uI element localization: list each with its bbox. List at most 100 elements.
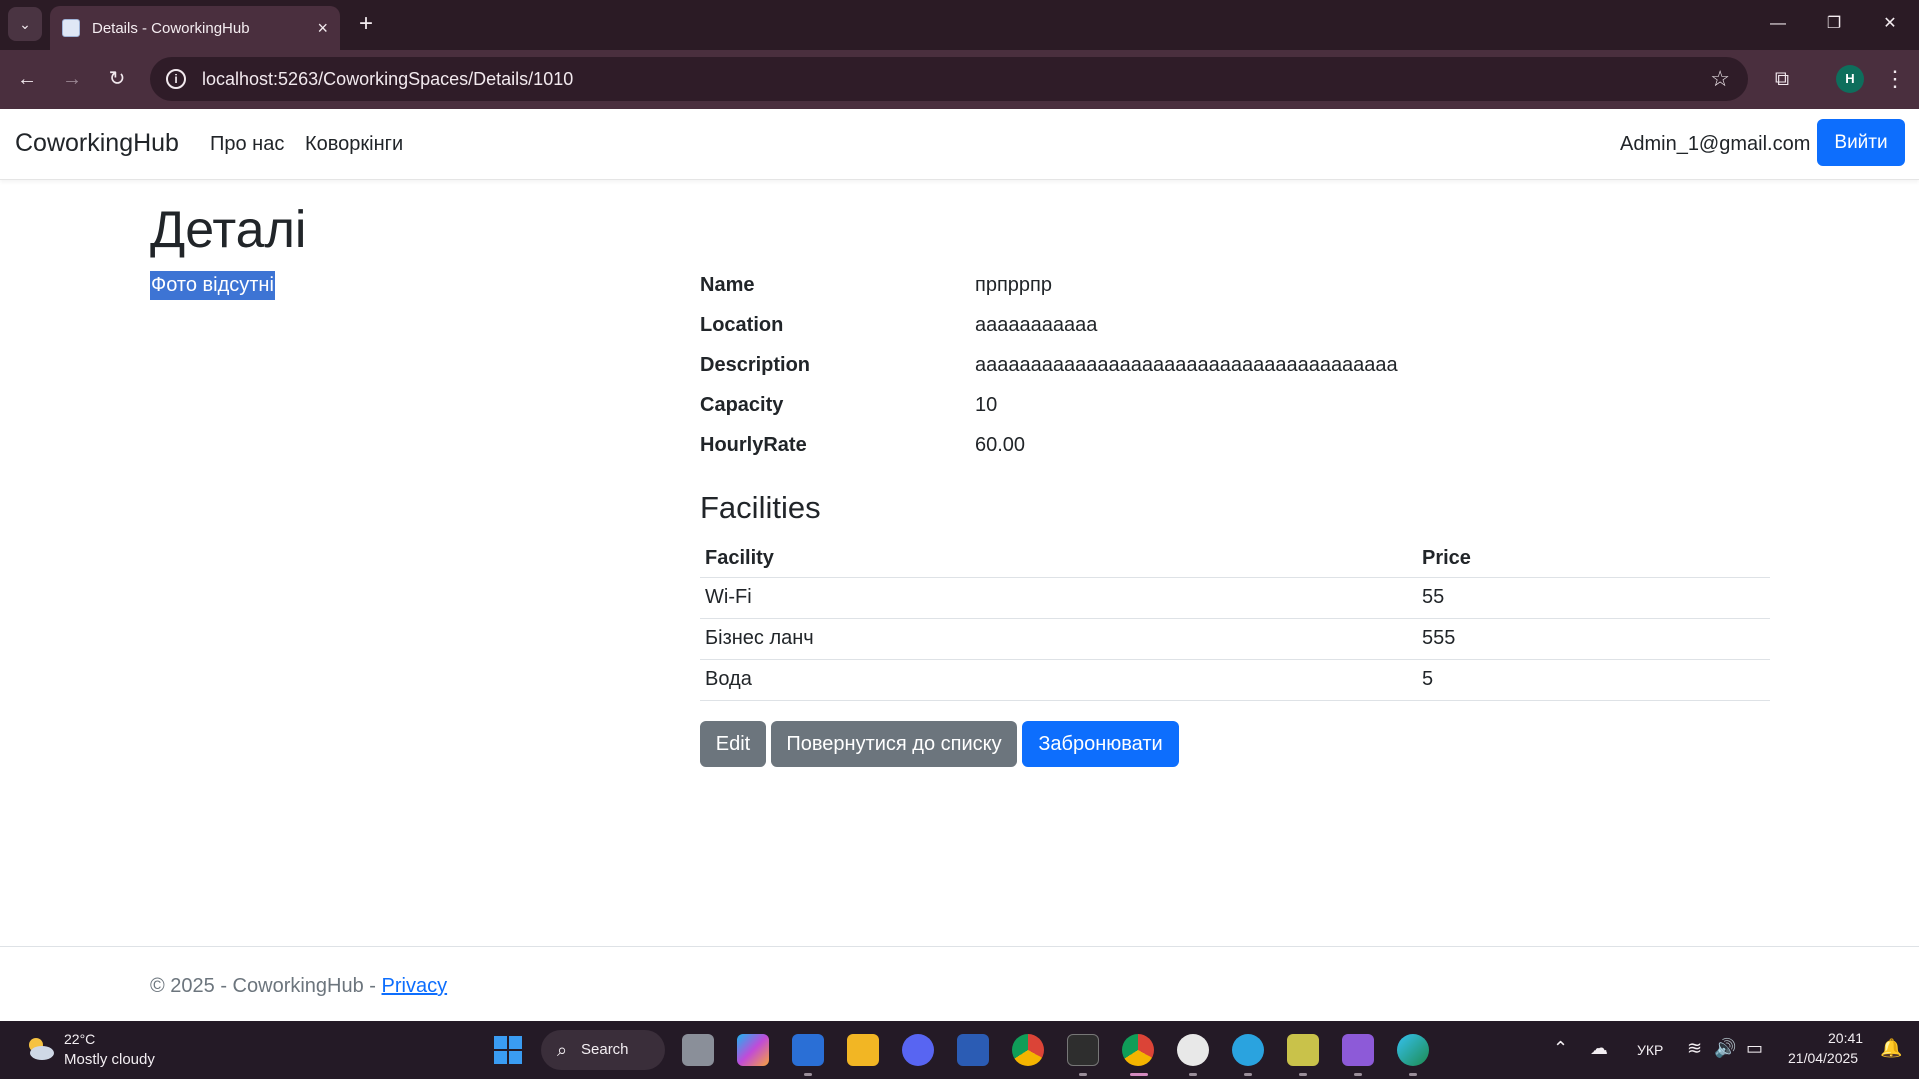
windows-start-icon[interactable] <box>492 1034 524 1066</box>
column-header-price: Price <box>1417 540 1770 578</box>
browser-tab-bar: ⌄ Details - CoworkingHub × + — ❐ ✕ <box>0 0 1919 50</box>
facilities-heading: Facilities <box>700 490 821 525</box>
logout-button[interactable]: Вийти <box>1817 119 1905 166</box>
field-label-description: Description <box>700 354 811 376</box>
facility-name: Вода <box>700 659 1417 701</box>
facility-name: Бізнес ланч <box>700 618 1417 660</box>
tab-title: Details - CoworkingHub <box>92 19 250 37</box>
active-indicator <box>1130 1073 1148 1076</box>
copilot-icon[interactable] <box>737 1034 769 1066</box>
footer-text: © 2025 - CoworkingHub - Privacy <box>150 975 447 998</box>
chrome-profile-icon[interactable] <box>1122 1034 1154 1066</box>
facilities-table: Facility Price Wi-Fi 55 Бізнес ланч 555 … <box>700 540 1770 701</box>
clock-date[interactable]: 21/04/2025 <box>1788 1050 1858 1066</box>
chevron-up-icon[interactable]: ⌃ <box>1553 1038 1568 1059</box>
book-button[interactable]: Забронювати <box>1022 721 1179 767</box>
clock-time[interactable]: 20:41 <box>1828 1030 1863 1046</box>
weather-cloud-icon[interactable] <box>22 1033 56 1063</box>
minimize-icon[interactable]: — <box>1758 8 1798 40</box>
no-photo-text: Фото відсутні <box>150 271 275 300</box>
input-language[interactable]: УКР <box>1637 1042 1663 1058</box>
url-text[interactable]: localhost:5263/CoworkingSpaces/Details/1… <box>202 69 1710 90</box>
field-value-hourly-rate: 60.00 <box>975 434 1026 456</box>
field-value-capacity: 10 <box>975 394 998 416</box>
clock-app-icon[interactable] <box>1177 1034 1209 1066</box>
todo-icon[interactable] <box>792 1034 824 1066</box>
onedrive-cloud-icon[interactable]: ☁ <box>1590 1038 1608 1059</box>
running-indicator <box>1409 1073 1417 1076</box>
volume-icon[interactable]: 🔊 <box>1714 1038 1736 1059</box>
file-explorer-icon[interactable] <box>847 1034 879 1066</box>
tab-search-button[interactable]: ⌄ <box>8 7 42 41</box>
running-indicator <box>804 1073 812 1076</box>
taskbar-search-label: Search <box>581 1041 629 1058</box>
table-row: Бізнес ланч 555 <box>700 618 1770 660</box>
nav-link-about[interactable]: Про нас <box>210 133 284 156</box>
search-icon: ⌕ <box>557 1040 568 1060</box>
table-row: Wi-Fi 55 <box>700 577 1770 619</box>
wifi-icon[interactable]: ≋ <box>1687 1038 1702 1059</box>
windows-taskbar: 22°C Mostly cloudy ⌕ Search ⌃ ☁ УКР ≋ 🔊 … <box>0 1021 1919 1079</box>
forward-arrow-icon[interactable]: → <box>55 62 89 96</box>
chevron-down-icon: ⌄ <box>19 15 31 32</box>
browser-toolbar: ← → ↻ i localhost:5263/CoworkingSpaces/D… <box>0 50 1919 109</box>
field-value-description: аааааааааааааааааааааааааааааааааааааа <box>975 354 1398 376</box>
weather-temperature: 22°C <box>64 1031 96 1047</box>
weather-description: Mostly cloudy <box>64 1051 155 1068</box>
page-favicon-icon <box>62 19 80 37</box>
close-window-icon[interactable]: ✕ <box>1870 8 1910 40</box>
profile-avatar[interactable]: H <box>1836 65 1864 93</box>
facility-price: 55 <box>1417 577 1770 619</box>
edit-button[interactable]: Edit <box>700 721 766 767</box>
user-email: Admin_1@gmail.com <box>1620 133 1811 155</box>
chrome-icon[interactable] <box>1012 1034 1044 1066</box>
site-footer: © 2025 - CoworkingHub - Privacy <box>0 946 1919 1021</box>
more-menu-icon[interactable]: ⋮ <box>1878 62 1912 96</box>
back-to-list-button[interactable]: Повернутися до списку <box>771 721 1017 767</box>
battery-icon[interactable]: ▭ <box>1746 1038 1763 1059</box>
running-indicator <box>1354 1073 1362 1076</box>
task-view-icon[interactable] <box>682 1034 714 1066</box>
facility-price: 5 <box>1417 659 1770 701</box>
reload-icon[interactable]: ↻ <box>100 62 134 96</box>
new-tab-button[interactable]: + <box>352 10 380 38</box>
tab-close-icon[interactable]: × <box>317 18 328 39</box>
copyright-text: © 2025 - CoworkingHub - <box>150 975 382 997</box>
running-indicator <box>1244 1073 1252 1076</box>
taskbar-search[interactable]: ⌕ Search <box>541 1030 665 1070</box>
telegram-icon[interactable] <box>1232 1034 1264 1066</box>
privacy-link[interactable]: Privacy <box>382 975 448 997</box>
field-value-name: прпррпр <box>975 274 1052 296</box>
running-indicator <box>1079 1073 1087 1076</box>
field-label-hourly-rate: HourlyRate <box>700 434 807 456</box>
extensions-puzzle-icon[interactable]: ⧉ <box>1765 62 1799 96</box>
column-header-facility: Facility <box>700 540 1417 578</box>
edge-icon[interactable] <box>1397 1034 1429 1066</box>
running-indicator <box>1299 1073 1307 1076</box>
field-label-capacity: Capacity <box>700 394 784 416</box>
back-arrow-icon[interactable]: ← <box>10 62 44 96</box>
field-label-name: Name <box>700 274 755 296</box>
site-navbar: CoworkingHub Про нас Коворкінги Admin_1@… <box>0 109 1919 180</box>
field-label-location: Location <box>700 314 784 336</box>
restore-icon[interactable]: ❐ <box>1814 8 1854 40</box>
browser-tab-active[interactable]: Details - CoworkingHub × <box>50 6 340 50</box>
brand-link[interactable]: CoworkingHub <box>15 129 179 158</box>
running-indicator <box>1189 1073 1197 1076</box>
page-title: Деталі <box>150 201 307 259</box>
facility-price: 555 <box>1417 618 1770 660</box>
table-header-row: Facility Price <box>700 540 1770 578</box>
visual-studio-icon[interactable] <box>1342 1034 1374 1066</box>
discord-icon[interactable] <box>902 1034 934 1066</box>
facility-name: Wi-Fi <box>700 577 1417 619</box>
word-icon[interactable] <box>957 1034 989 1066</box>
paint-icon[interactable] <box>1287 1034 1319 1066</box>
table-row: Вода 5 <box>700 659 1770 701</box>
terminal-icon[interactable] <box>1067 1034 1099 1066</box>
address-bar[interactable]: i localhost:5263/CoworkingSpaces/Details… <box>150 57 1748 101</box>
nav-link-coworkings[interactable]: Коворкінги <box>305 133 403 156</box>
site-info-icon[interactable]: i <box>166 69 186 89</box>
notification-bell-icon[interactable]: 🔔 <box>1880 1038 1902 1059</box>
bookmark-star-icon[interactable]: ☆ <box>1710 66 1730 92</box>
field-value-location: ааааааааааа <box>975 314 1098 336</box>
